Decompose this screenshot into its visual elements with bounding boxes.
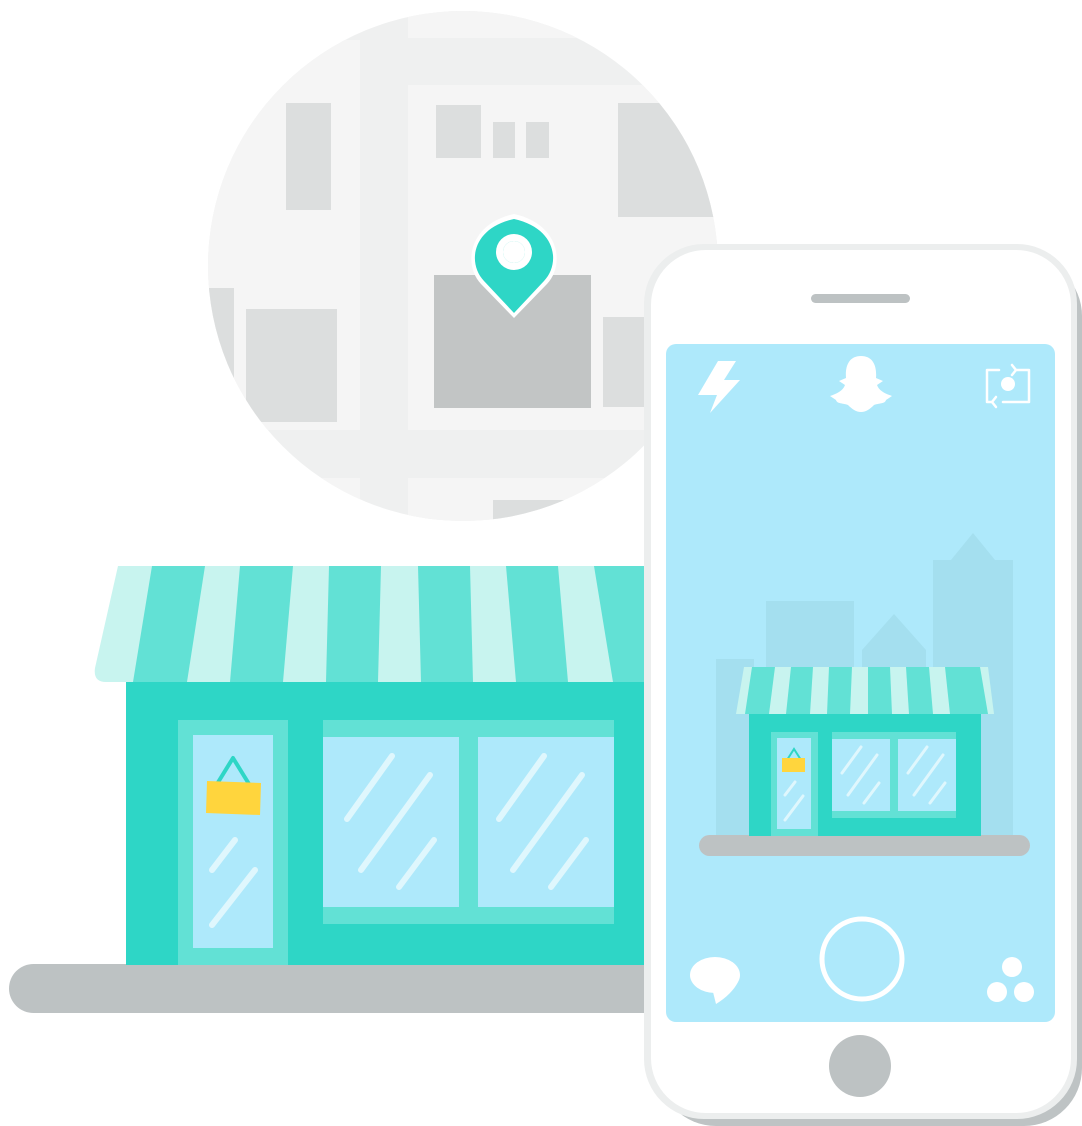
awning <box>94 566 662 682</box>
display-window <box>323 720 614 924</box>
phone <box>644 244 1082 1126</box>
illustration-canvas <box>9 11 1082 1126</box>
phone-speaker <box>811 294 910 303</box>
storefront <box>94 566 666 965</box>
phone-screen <box>666 344 1055 1022</box>
home-button[interactable] <box>829 1035 891 1097</box>
illustration-scene <box>0 0 1082 1126</box>
street <box>9 964 669 1013</box>
mini-storefront <box>736 667 994 836</box>
pin-center-dot <box>503 241 525 263</box>
